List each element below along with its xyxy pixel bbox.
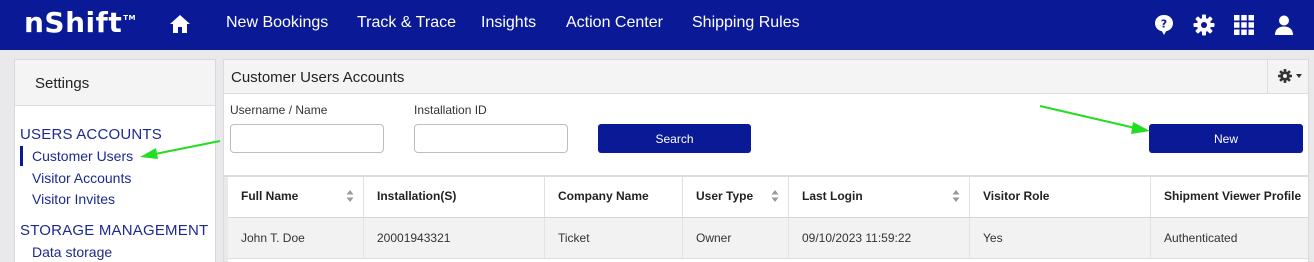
sidebar-title: Settings (35, 75, 90, 92)
cell-last-login: 09/10/2023 11:59:22 (789, 218, 970, 258)
column-header-label: Installation(S) (377, 189, 457, 203)
help-icon[interactable]: ? (1152, 13, 1176, 37)
sidebar-item-visitor-invites[interactable]: Visitor Invites (32, 191, 115, 207)
sidebar-item-data-storage[interactable]: Data storage (32, 244, 112, 260)
home-icon[interactable] (168, 12, 192, 36)
active-indicator (20, 146, 23, 166)
cell-text: 09/10/2023 11:59:22 (802, 231, 912, 245)
column-header-user-type[interactable]: User Type (683, 177, 789, 217)
cell-full-name: John T. Doe (228, 218, 364, 258)
column-header-label: Last Login (802, 189, 863, 203)
table-row[interactable]: John T. Doe 20001943321 Ticket Owner 09/… (224, 218, 1308, 258)
cell-text: Owner (696, 231, 732, 245)
panel-header: Customer Users Accounts (224, 60, 1308, 94)
column-header-label: Full Name (241, 189, 299, 203)
cell-text: John T. Doe (241, 231, 305, 245)
cell-installations: 20001943321 (364, 218, 545, 258)
cell-text: Authenticated (1164, 231, 1238, 245)
row-divider (224, 258, 1308, 259)
nshift-logo[interactable]: nShiftTM (24, 6, 136, 39)
nav-insights[interactable]: Insights (481, 14, 536, 32)
panel-settings-menu-button[interactable] (1267, 60, 1308, 93)
column-header-label: Shipment Viewer Profile (1164, 189, 1302, 203)
nav-shipping-rules[interactable]: Shipping Rules (692, 14, 800, 32)
svg-text:?: ? (1161, 18, 1167, 31)
cell-visitor-role: Yes (970, 218, 1151, 258)
settings-gear-icon[interactable] (1192, 13, 1216, 37)
column-header-visitor-role[interactable]: Visitor Role (970, 177, 1151, 217)
cell-text: Yes (983, 231, 1003, 245)
user-icon[interactable] (1272, 13, 1296, 37)
nav-track-and-trace[interactable]: Track & Trace (357, 14, 456, 32)
column-header-label: User Type (696, 189, 754, 203)
column-header-shipment-viewer-profile[interactable]: Shipment Viewer Profile (1151, 177, 1308, 217)
logo-text: nShift (24, 6, 123, 39)
apps-grid-icon[interactable] (1232, 13, 1256, 37)
sidebar-item-visitor-accounts[interactable]: Visitor Accounts (32, 170, 131, 186)
sidebar-item-customer-users[interactable]: Customer Users (32, 148, 133, 164)
customer-users-panel: Customer Users Accounts Username / Name … (223, 59, 1309, 262)
sidebar-header: Settings (15, 60, 215, 106)
column-header-company-name[interactable]: Company Name (545, 177, 683, 217)
cell-shipment-viewer-profile: Authenticated (1151, 218, 1308, 258)
sort-icon (346, 190, 354, 202)
table-left-edge (224, 177, 228, 262)
username-input[interactable] (230, 124, 384, 153)
gear-dropdown-icon (1278, 69, 1292, 83)
top-nav-bar: nShiftTM New Bookings Track & Trace Insi… (0, 0, 1314, 50)
cell-text: 20001943321 (377, 231, 451, 245)
sort-icon (771, 190, 779, 202)
column-header-label: Visitor Role (983, 189, 1050, 203)
nav-new-bookings[interactable]: New Bookings (226, 14, 328, 32)
installation-id-input[interactable] (414, 124, 568, 153)
caret-down-icon (1296, 74, 1302, 78)
column-header-full-name[interactable]: Full Name (228, 177, 364, 217)
column-header-last-login[interactable]: Last Login (789, 177, 970, 217)
cell-company-name: Ticket (545, 218, 683, 258)
page-title: Customer Users Accounts (231, 69, 405, 86)
cell-text: Ticket (558, 231, 590, 245)
sidebar-section-storage-management: STORAGE MANAGEMENT (20, 222, 209, 239)
search-button[interactable]: Search (598, 124, 751, 153)
column-header-label: Company Name (558, 189, 649, 203)
new-user-button[interactable]: New (1149, 124, 1303, 153)
cell-user-type: Owner (683, 218, 789, 258)
nav-action-center[interactable]: Action Center (566, 14, 663, 32)
username-label: Username / Name (230, 103, 328, 117)
installation-id-label: Installation ID (414, 103, 487, 117)
column-header-installations[interactable]: Installation(S) (364, 177, 545, 217)
logo-trademark: TM (123, 14, 136, 22)
settings-sidebar: Settings USERS ACCOUNTS Customer Users V… (14, 59, 216, 262)
sort-icon (952, 190, 960, 202)
sidebar-section-users-accounts: USERS ACCOUNTS (20, 126, 162, 143)
